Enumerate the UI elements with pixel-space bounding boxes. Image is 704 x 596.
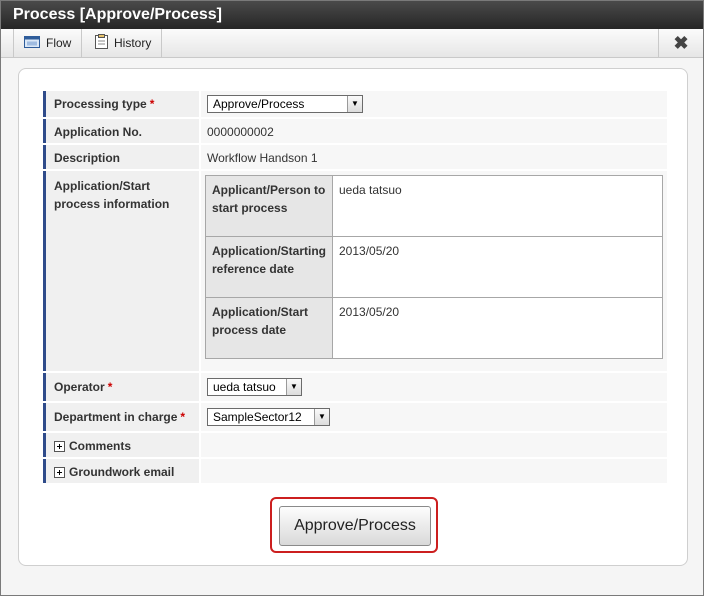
- application-no-row: Application No. 0000000002: [43, 119, 667, 143]
- flow-label: Flow: [46, 36, 72, 50]
- comments-cell: [201, 433, 667, 457]
- close-icon[interactable]: ✖: [658, 29, 703, 57]
- comments-toggle[interactable]: Comments: [43, 433, 199, 457]
- groundwork-email-cell: [201, 459, 667, 483]
- processing-type-select[interactable]: Approve/Process ▼: [207, 95, 363, 113]
- description-value: Workflow Handson 1: [201, 145, 667, 169]
- start-info-row: Application/Start process information Ap…: [43, 171, 667, 371]
- description-row: Description Workflow Handson 1: [43, 145, 667, 169]
- approve-highlight: Approve/Process: [270, 497, 438, 553]
- department-cell: SampleSector12 ▼: [201, 403, 667, 431]
- chevron-down-icon: ▼: [314, 409, 329, 425]
- department-label: Department in charge *: [43, 403, 199, 431]
- start-date-value: 2013/05/20: [332, 297, 663, 359]
- start-info-label: Application/Start process information: [43, 171, 199, 371]
- flow-button[interactable]: Flow: [13, 29, 83, 57]
- start-date-header: Application/Start process date: [205, 297, 333, 359]
- comments-row: Comments: [43, 433, 667, 457]
- groundwork-email-row: Groundwork email: [43, 459, 667, 483]
- processing-type-label: Processing type *: [43, 91, 199, 117]
- chevron-down-icon: ▼: [286, 379, 301, 395]
- department-row: Department in charge * SampleSector12 ▼: [43, 403, 667, 431]
- comments-label: Comments: [69, 439, 132, 453]
- plus-icon: [54, 466, 65, 478]
- processing-type-row: Processing type * Approve/Process ▼: [43, 91, 667, 117]
- applicant-value: ueda tatsuo: [332, 175, 663, 237]
- reference-date-value: 2013/05/20: [332, 236, 663, 298]
- operator-select[interactable]: ueda tatsuo ▼: [207, 378, 302, 396]
- groundwork-email-label: Groundwork email: [69, 465, 175, 479]
- start-info-table: Applicant/Person to start process ueda t…: [205, 175, 663, 359]
- table-row: Application/Starting reference date 2013…: [205, 236, 663, 298]
- applicant-header: Applicant/Person to start process: [205, 175, 333, 237]
- history-button[interactable]: History: [85, 29, 163, 57]
- table-row: Application/Start process date 2013/05/2…: [205, 297, 663, 359]
- chevron-down-icon: ▼: [347, 96, 362, 112]
- history-label: History: [114, 36, 152, 50]
- approve-process-button[interactable]: Approve/Process: [279, 506, 431, 546]
- required-mark: *: [149, 97, 155, 111]
- required-mark: *: [180, 410, 186, 424]
- application-no-label: Application No.: [43, 119, 199, 143]
- clipboard-icon: [95, 34, 108, 52]
- start-info-cell: Applicant/Person to start process ueda t…: [201, 171, 667, 371]
- description-label: Description: [43, 145, 199, 169]
- operator-cell: ueda tatsuo ▼: [201, 373, 667, 401]
- application-no-value: 0000000002: [201, 119, 667, 143]
- dialog-title: Process [Approve/Process]: [1, 1, 703, 29]
- processing-type-cell: Approve/Process ▼: [201, 91, 667, 117]
- toolbar: Flow History ✖: [1, 29, 703, 58]
- process-dialog: Process [Approve/Process] Flow History ✖…: [0, 0, 704, 596]
- operator-label: Operator *: [43, 373, 199, 401]
- plus-icon: [54, 440, 65, 452]
- reference-date-header: Application/Starting reference date: [205, 236, 333, 298]
- operator-row: Operator * ueda tatsuo ▼: [43, 373, 667, 401]
- required-mark: *: [107, 380, 113, 394]
- department-select[interactable]: SampleSector12 ▼: [207, 408, 330, 426]
- form-panel: Processing type * Approve/Process ▼ Appli…: [18, 68, 688, 566]
- table-row: Applicant/Person to start process ueda t…: [205, 175, 663, 237]
- flow-icon: [24, 35, 40, 51]
- groundwork-email-toggle[interactable]: Groundwork email: [43, 459, 199, 483]
